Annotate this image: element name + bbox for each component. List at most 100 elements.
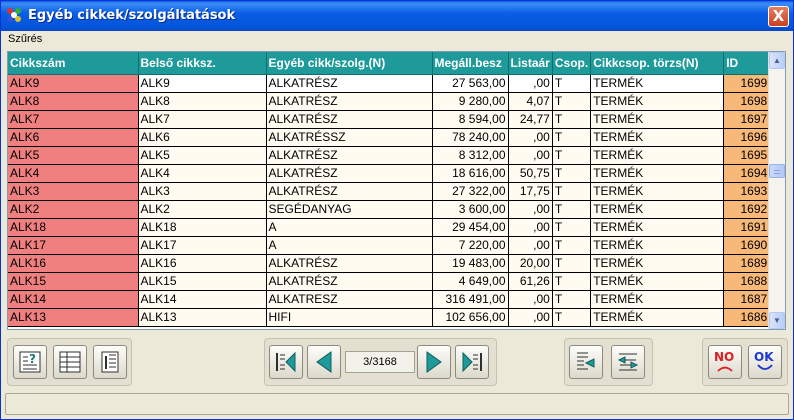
cell-group-master[interactable]: TERMÉK [590,308,725,327]
cell-purchase-price[interactable]: 8 312,00 [432,146,509,165]
cell-id[interactable]: 1691 [723,218,771,237]
cell-item-name[interactable]: ALKATRÉSZ [266,164,433,183]
cell-group[interactable]: T [552,128,592,147]
title-bar[interactable]: Egyéb cikkek/szolgáltatások X [1,1,793,31]
cell-internal-code[interactable]: ALK8 [138,92,267,111]
data-grid[interactable]: Cikkszám Belső cikksz. Egyéb cikk/szolg.… [7,51,786,330]
cell-group[interactable]: T [552,92,592,111]
cell-id[interactable]: 1697 [723,110,771,129]
cell-item-code[interactable]: ALK6 [8,128,139,147]
column-header-item-code[interactable]: Cikkszám [8,52,139,75]
cell-item-name[interactable]: ALKATRÉSZ [266,74,433,93]
column-header-group-master[interactable]: Cikkcsop. törzs(N) [590,52,725,75]
table-row[interactable]: ALK16 ALK16 ALKATRÉSZ 19 483,00 20,00 T TERMÉK… [8,254,771,273]
cell-item-name[interactable]: ALKATRÉSZ [266,110,433,129]
cell-list-price[interactable]: 4,07 [508,92,553,111]
cell-group-master[interactable]: TERMÉK [590,272,725,291]
column-header-item-name[interactable]: Egyéb cikk/szolg.(N) [266,52,433,75]
table-row[interactable]: ALK8 ALK8 ALKATRÉSZ 9 280,00 4,07 T TERMÉK 1698 [8,92,771,111]
cell-group-master[interactable]: TERMÉK [590,164,725,183]
cell-item-code[interactable]: ALK8 [8,92,139,111]
cell-purchase-price[interactable]: 27 322,00 [432,182,509,201]
cell-purchase-price[interactable]: 3 600,00 [432,200,509,219]
cell-purchase-price[interactable]: 78 240,00 [432,128,509,147]
next-record-button[interactable] [417,345,451,379]
cell-list-price[interactable]: ,00 [508,146,553,165]
cell-purchase-price[interactable]: 4 649,00 [432,272,509,291]
cell-group-master[interactable]: TERMÉK [590,146,725,165]
table-row[interactable]: ALK18 ALK18 A 29 454,00,00 T TERMÉK 1691 [8,218,771,237]
cell-list-price[interactable]: ,00 [508,218,553,237]
cell-group-master[interactable]: TERMÉK [590,236,725,255]
cell-group[interactable]: T [552,308,592,327]
cell-item-code[interactable]: ALK3 [8,182,139,201]
cell-id[interactable]: 1696 [723,128,771,147]
cell-id[interactable]: 1692 [723,200,771,219]
cell-item-code[interactable]: ALK7 [8,110,139,129]
table-row[interactable]: ALK7 ALK7 ALKATRÉSZ 8 594,00 24,77 T TERMÉK 169… [8,110,771,129]
cell-group[interactable]: T [552,74,592,93]
cell-item-code[interactable]: ALK5 [8,146,139,165]
table-row[interactable]: ALK9 ALK9 ALKATRÉSZ 27 563,00,00 T TERMÉK 1699 [8,74,771,93]
cell-internal-code[interactable]: ALK13 [138,308,267,327]
cell-group-master[interactable]: TERMÉK [590,92,725,111]
cell-list-price[interactable]: 17,75 [508,182,553,201]
edit-record-button[interactable] [569,345,603,379]
cell-internal-code[interactable]: ALK6 [138,128,267,147]
cell-group[interactable]: T [552,272,592,291]
cell-id[interactable]: 1695 [723,146,771,165]
cell-item-name[interactable]: ALKATRÉSZ [266,146,433,165]
scroll-up-button[interactable]: ▲ [769,52,785,69]
cell-list-price[interactable]: ,00 [508,236,553,255]
cell-group[interactable]: T [552,146,592,165]
cell-item-code[interactable]: ALK2 [8,200,139,219]
column-header-id[interactable]: ID [723,52,771,75]
cell-group-master[interactable]: TERMÉK [590,110,725,129]
cell-internal-code[interactable]: ALK3 [138,182,267,201]
cell-item-name[interactable]: ALKATRÉSSZ [266,128,433,147]
cell-list-price[interactable]: 20,00 [508,254,553,273]
cell-purchase-price[interactable]: 7 220,00 [432,236,509,255]
cell-purchase-price[interactable]: 27 563,00 [432,74,509,93]
cell-id[interactable]: 1689 [723,254,771,273]
cell-item-name[interactable]: ALKATRESZ [266,290,433,309]
table-row[interactable]: ALK15 ALK15 ALKATRÉSZ 4 649,00 61,26 T TERMÉK 1… [8,272,771,291]
first-record-button[interactable] [269,345,303,379]
cell-group-master[interactable]: TERMÉK [590,128,725,147]
cell-item-code[interactable]: ALK17 [8,236,139,255]
help-search-button[interactable]: ? [13,345,47,379]
ok-button[interactable]: OK [748,345,782,379]
cell-group-master[interactable]: TERMÉK [590,200,725,219]
cell-list-price[interactable]: 61,26 [508,272,553,291]
cell-group[interactable]: T [552,236,592,255]
cell-item-name[interactable]: ALKATRÉSZ [266,92,433,111]
cell-item-name[interactable]: A [266,218,433,237]
cell-group-master[interactable]: TERMÉK [590,74,725,93]
cell-id[interactable]: 1686 [723,308,771,327]
cell-item-name[interactable]: ALKATRÉSZ [266,254,433,273]
cell-group-master[interactable]: TERMÉK [590,290,725,309]
last-record-button[interactable] [455,345,489,379]
table-row[interactable]: ALK14 ALK14 ALKATRESZ 316 491,00,00 T TERMÉK 1… [8,290,771,309]
previous-record-button[interactable] [307,345,341,379]
cell-purchase-price[interactable]: 19 483,00 [432,254,509,273]
table-row[interactable]: ALK2 ALK2 SEGÉDANYAG 3 600,00,00 T TERMÉK 1692 [8,200,771,219]
cell-purchase-price[interactable]: 18 616,00 [432,164,509,183]
cell-id[interactable]: 1693 [723,182,771,201]
cell-internal-code[interactable]: ALK5 [138,146,267,165]
table-row[interactable]: ALK17 ALK17 A 7 220,00,00 T TERMÉK 1690 [8,236,771,255]
cell-internal-code[interactable]: ALK2 [138,200,267,219]
record-view-button[interactable] [93,345,127,379]
cell-internal-code[interactable]: ALK15 [138,272,267,291]
cell-id[interactable]: 1698 [723,92,771,111]
scroll-thumb[interactable] [769,164,785,178]
cell-item-name[interactable]: A [266,236,433,255]
table-row[interactable]: ALK4 ALK4 ALKATRÉSZ 18 616,00 50,75 T TERMÉK 16… [8,164,771,183]
cell-purchase-price[interactable]: 102 656,00 [432,308,509,327]
cell-list-price[interactable]: ,00 [508,200,553,219]
cell-purchase-price[interactable]: 29 454,00 [432,218,509,237]
cell-internal-code[interactable]: ALK9 [138,74,267,93]
cell-group-master[interactable]: TERMÉK [590,182,725,201]
cell-id[interactable]: 1694 [723,164,771,183]
column-header-list-price[interactable]: Listaár [508,52,553,75]
